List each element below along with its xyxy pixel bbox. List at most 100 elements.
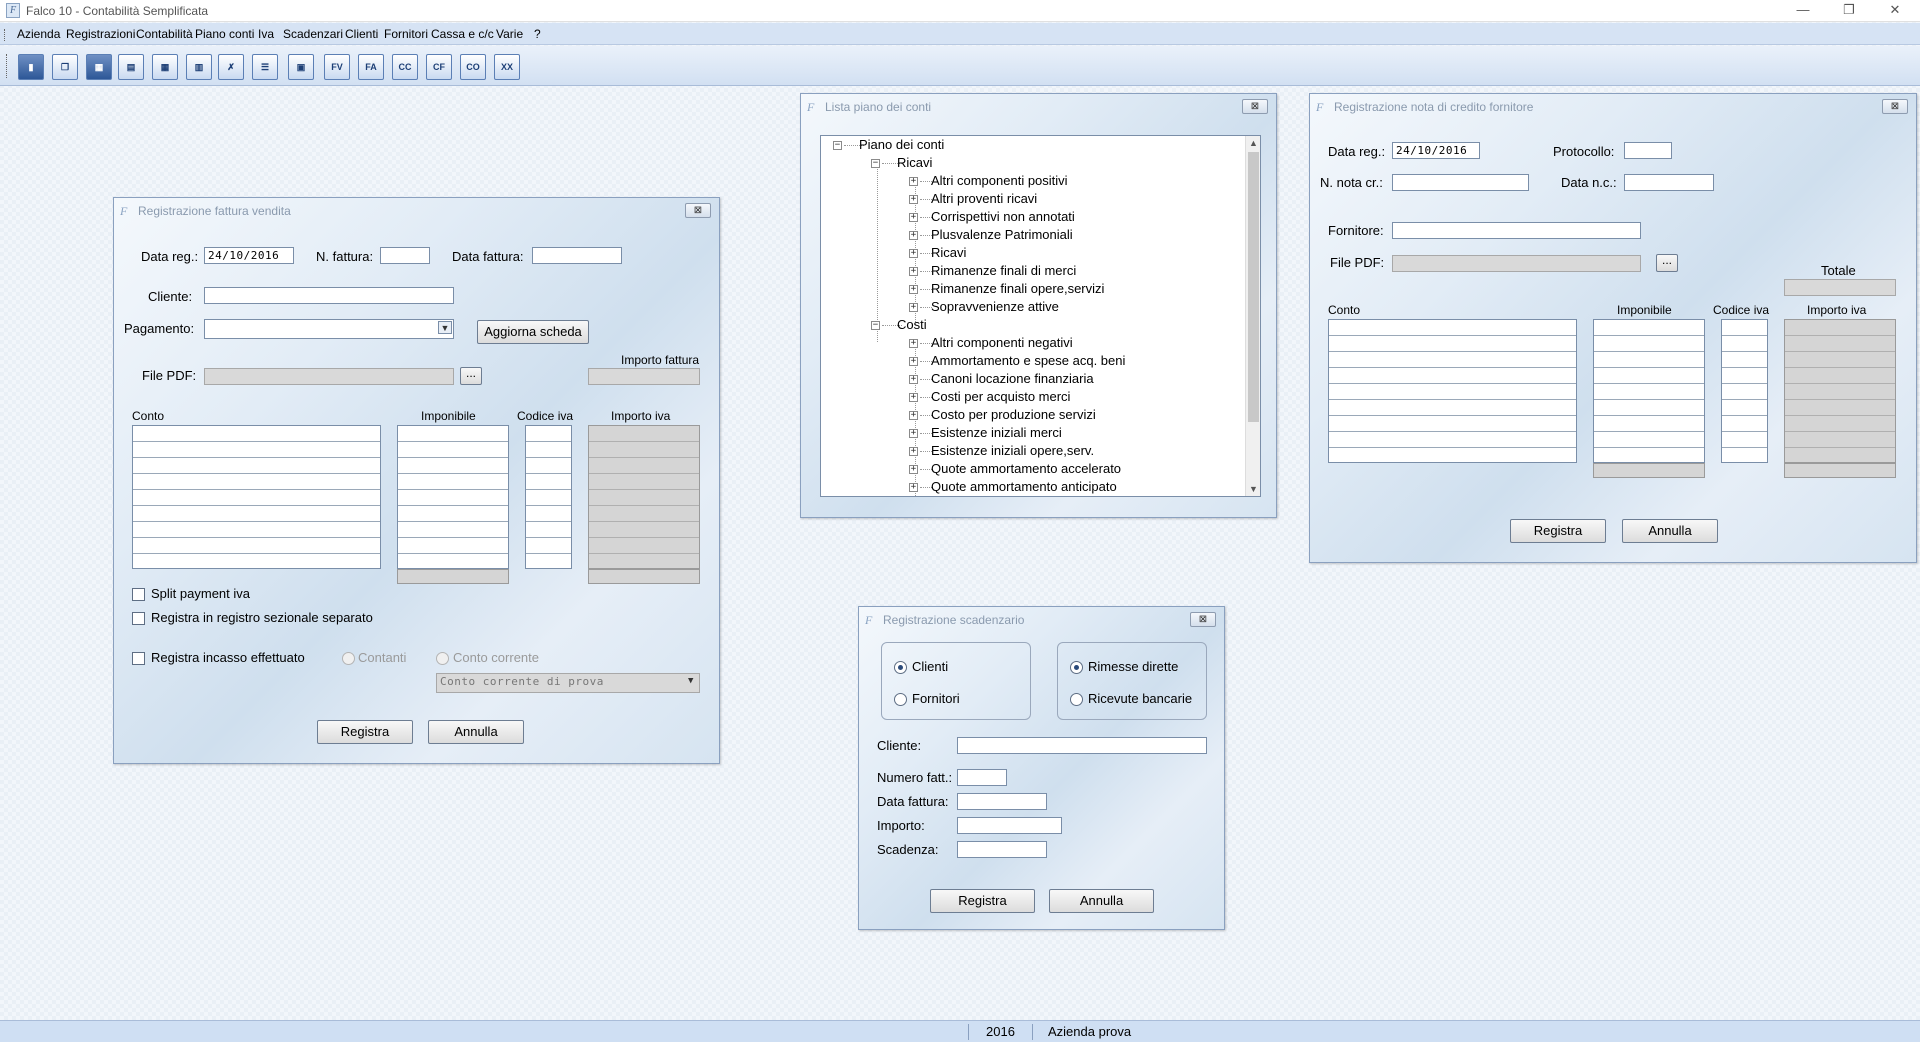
- scadenza-field[interactable]: [957, 841, 1047, 858]
- tree-item[interactable]: + Altri proventi ricavi: [909, 191, 1239, 209]
- grid-cell[interactable]: [1722, 352, 1767, 368]
- xx-button[interactable]: XX: [494, 54, 520, 80]
- collapse-icon[interactable]: −: [871, 321, 880, 330]
- menu-clienti[interactable]: Clienti: [345, 27, 378, 41]
- n-nota-field[interactable]: [1392, 174, 1529, 191]
- scroll-thumb[interactable]: [1248, 152, 1259, 422]
- collapse-icon[interactable]: −: [833, 141, 842, 150]
- grid-cell[interactable]: [1329, 432, 1576, 448]
- nota-annulla-button[interactable]: Annulla: [1622, 519, 1718, 543]
- grid-cell[interactable]: [133, 458, 380, 474]
- grid-cell[interactable]: [1329, 384, 1576, 400]
- grid-cell[interactable]: [398, 490, 508, 506]
- nota-close-button[interactable]: ⊠: [1882, 99, 1908, 114]
- tree-item[interactable]: + Canoni locazione finanziaria: [909, 371, 1239, 389]
- grid-cell[interactable]: [1329, 416, 1576, 432]
- importo-field[interactable]: [957, 817, 1062, 834]
- nota-imponibile-column[interactable]: [1593, 319, 1705, 463]
- nota-registra-button[interactable]: Registra: [1510, 519, 1606, 543]
- numero-fatt-field[interactable]: [957, 769, 1007, 786]
- fattura-vendita-button[interactable]: FV: [324, 54, 350, 80]
- print-icon[interactable]: ▣: [288, 54, 314, 80]
- fornitore-field[interactable]: [1392, 222, 1641, 239]
- grid-cell[interactable]: [133, 538, 380, 554]
- tree-item[interactable]: + Rimanenze finali di merci: [909, 263, 1239, 281]
- tree-item[interactable]: + Costo per produzione servizi: [909, 407, 1239, 425]
- codice-iva-column[interactable]: [525, 425, 572, 569]
- nota-data-reg-field[interactable]: 24/10/2016: [1392, 142, 1480, 159]
- grid-cell[interactable]: [526, 490, 571, 506]
- registro-sezionale-checkbox[interactable]: [132, 612, 145, 625]
- grid-cell[interactable]: [1594, 416, 1704, 432]
- tree-group-ricavi[interactable]: − Ricavi: [871, 155, 1171, 173]
- ledger-icon[interactable]: ▥: [186, 54, 212, 80]
- grid-cell[interactable]: [398, 426, 508, 442]
- grid-cell[interactable]: [1594, 432, 1704, 448]
- grid-cell[interactable]: [1594, 320, 1704, 336]
- tree-item[interactable]: + Corrispettivi non annotati: [909, 209, 1239, 227]
- menu-scadenzari[interactable]: Scadenzari: [283, 27, 343, 41]
- collapse-icon[interactable]: −: [871, 159, 880, 168]
- grid-cell[interactable]: [133, 426, 380, 442]
- grid-cell[interactable]: [1722, 400, 1767, 416]
- grid-cell[interactable]: [1594, 368, 1704, 384]
- nota-credito-cliente-button[interactable]: CC: [392, 54, 418, 80]
- grid-cell[interactable]: [1594, 400, 1704, 416]
- n-fattura-field[interactable]: [380, 247, 430, 264]
- tree-item[interactable]: + Ammortamento e spese acq. beni: [909, 353, 1239, 371]
- grid-cell[interactable]: [398, 442, 508, 458]
- tree-item[interactable]: + Plusvalenze Patrimoniali: [909, 227, 1239, 245]
- grid-cell[interactable]: [133, 490, 380, 506]
- grid-cell[interactable]: [526, 426, 571, 442]
- expand-icon[interactable]: +: [909, 213, 918, 222]
- browse-pdf-button[interactable]: ...: [460, 367, 482, 385]
- scad-cliente-field[interactable]: [957, 737, 1207, 754]
- grid-cell[interactable]: [526, 474, 571, 490]
- grid-cell[interactable]: [526, 506, 571, 522]
- menu-fornitori[interactable]: Fornitori: [384, 27, 428, 41]
- menu-azienda[interactable]: Azienda: [17, 27, 60, 41]
- scroll-down-icon[interactable]: ▼: [1246, 482, 1260, 496]
- data-reg-field[interactable]: 24/10/2016: [204, 247, 294, 264]
- expand-icon[interactable]: +: [909, 267, 918, 276]
- tree-icon[interactable]: ☰: [252, 54, 278, 80]
- tree-scrollbar[interactable]: ▲ ▼: [1245, 136, 1260, 496]
- expand-icon[interactable]: +: [909, 375, 918, 384]
- imponibile-column[interactable]: [397, 425, 509, 569]
- annulla-button[interactable]: Annulla: [428, 720, 524, 744]
- grid-cell[interactable]: [1722, 384, 1767, 400]
- grid-cell[interactable]: [1722, 432, 1767, 448]
- incasso-checkbox[interactable]: [132, 652, 145, 665]
- tree-root[interactable]: − Piano dei conti: [833, 137, 1133, 155]
- expand-icon[interactable]: +: [909, 465, 918, 474]
- tree-item[interactable]: + Quote ammortamento accelerato: [909, 461, 1239, 479]
- menu-help[interactable]: ?: [534, 27, 541, 41]
- expand-icon[interactable]: +: [909, 249, 918, 258]
- windows-icon[interactable]: ❐: [52, 54, 78, 80]
- registra-button[interactable]: Registra: [317, 720, 413, 744]
- tree-item[interactable]: + Quote ammortamento anticipato: [909, 479, 1239, 496]
- tree-item[interactable]: + Altri componenti positivi: [909, 173, 1239, 191]
- tree-item[interactable]: + Altri componenti negativi: [909, 335, 1239, 353]
- grid-cell[interactable]: [398, 506, 508, 522]
- conto-column[interactable]: [132, 425, 381, 569]
- data-fattura-field[interactable]: [532, 247, 622, 264]
- grid-cell[interactable]: [1722, 320, 1767, 336]
- grid-cell[interactable]: [1594, 336, 1704, 352]
- grid-cell[interactable]: [398, 474, 508, 490]
- scroll-up-icon[interactable]: ▲: [1246, 136, 1260, 150]
- pagamento-select[interactable]: ▼: [204, 319, 454, 339]
- expand-icon[interactable]: +: [909, 303, 918, 312]
- data-nc-field[interactable]: [1624, 174, 1714, 191]
- aggiorna-scheda-button[interactable]: Aggiorna scheda: [477, 320, 589, 344]
- fornitori-radio[interactable]: [894, 693, 907, 706]
- nota-credito-fornitore-button[interactable]: CF: [426, 54, 452, 80]
- grid-cell[interactable]: [1722, 416, 1767, 432]
- corrispettivi-button[interactable]: CO: [460, 54, 486, 80]
- menu-varie[interactable]: Varie: [496, 27, 523, 41]
- protocollo-field[interactable]: [1624, 142, 1672, 159]
- grid-cell[interactable]: [1329, 336, 1576, 352]
- cliente-field[interactable]: [204, 287, 454, 304]
- grid-cell[interactable]: [526, 538, 571, 554]
- tree-item[interactable]: + Sopravvenienze attive: [909, 299, 1239, 317]
